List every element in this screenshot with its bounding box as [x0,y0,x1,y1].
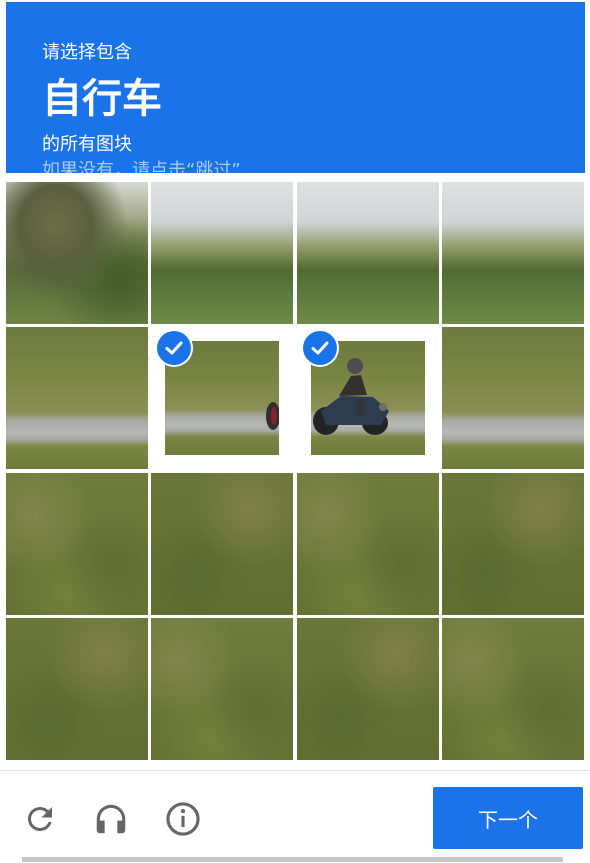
grid-tile[interactable] [6,182,148,324]
grid-tile[interactable] [151,618,293,760]
skip-hint: 如果没有，请点击“跳过” [42,160,241,173]
tile-image [151,618,293,760]
tile-image [442,618,584,760]
grid-tile[interactable] [151,473,293,615]
refresh-button[interactable] [20,799,60,839]
grid-tile[interactable] [442,182,584,324]
checkmark-icon [303,331,337,365]
tile-image [442,182,584,324]
tile-image [151,473,293,615]
tile-image [6,327,148,469]
instruction-bottom: 的所有图块 [42,134,132,155]
captcha-frame: 请选择包含 自行车 的所有图块 如果没有，请点击“跳过” 下一个 [0,0,590,863]
grid-tile-selected[interactable] [297,327,439,469]
grid-tile[interactable] [297,182,439,324]
tile-image [297,473,439,615]
captcha-footer: 下一个 [0,770,590,863]
tile-image [297,618,439,760]
refresh-icon [27,807,52,831]
instruction-top: 请选择包含 [42,42,132,63]
target-object-label: 自行车 [42,76,162,122]
grid-tile[interactable] [442,327,584,469]
bottom-divider [22,857,563,862]
grid-tile[interactable] [151,182,293,324]
tile-image [442,473,584,615]
checkmark-icon [157,331,191,365]
tile-image [6,182,148,324]
grid-tile[interactable] [6,327,148,469]
tile-image [442,327,584,469]
grid-tile[interactable] [442,618,584,760]
grid-tile[interactable] [297,473,439,615]
next-button[interactable]: 下一个 [433,787,583,849]
grid-tile[interactable] [297,618,439,760]
info-icon [166,802,200,836]
grid-tile[interactable] [442,473,584,615]
tile-image [6,473,148,615]
grid-tile[interactable] [6,618,148,760]
image-grid [6,182,585,762]
tile-image [297,182,439,324]
headphones-icon [96,804,126,834]
instructions-header: 请选择包含 自行车 的所有图块 如果没有，请点击“跳过” [6,2,585,173]
tile-image [151,182,293,324]
info-button[interactable] [163,799,203,839]
grid-tile-selected[interactable] [151,327,293,469]
grid-tile[interactable] [6,473,148,615]
audio-challenge-button[interactable] [91,799,131,839]
tile-image [6,618,148,760]
